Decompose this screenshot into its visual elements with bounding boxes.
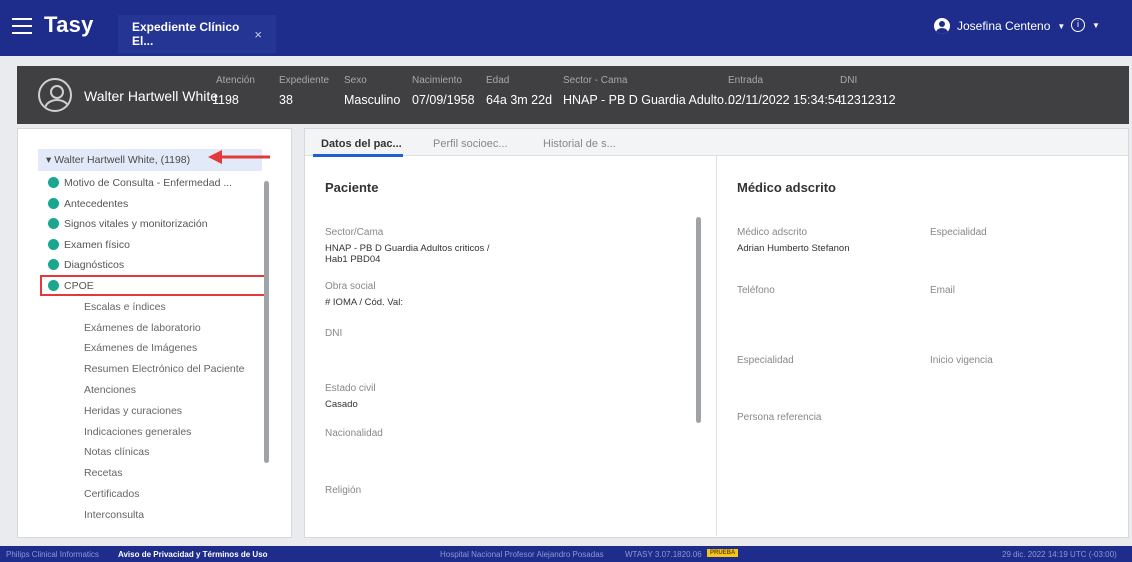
patient-avatar-icon (38, 78, 72, 112)
content-scrollbar[interactable] (696, 217, 701, 423)
value-sector-cama: HNAP - PB D Guardia Adultos criticos / H… (325, 243, 490, 265)
chevron-down-icon: ▼ (1092, 20, 1100, 30)
footer-version: WTASY 3.07.1820.06 (625, 550, 702, 559)
tree-item-examen-fisico[interactable]: Examen físico (48, 239, 130, 251)
tab-bar: Datos del pac... Perfil socioec... Histo… (305, 129, 1128, 157)
section-title-medico: Médico adscrito (737, 180, 836, 195)
tree-item-antecedentes[interactable]: Antecedentes (48, 198, 128, 210)
field-nacimiento: Nacimiento 07/09/1958 (412, 75, 475, 107)
label-inicio-vigencia: Inicio vigencia (930, 355, 993, 366)
label-dni: DNI (325, 328, 343, 339)
label-especialidad: Especialidad (930, 227, 987, 238)
menu-icon[interactable] (12, 18, 32, 34)
status-dot (48, 259, 59, 270)
tree-item-notas[interactable]: Notas clínicas (84, 446, 149, 458)
tree-item-certificados[interactable]: Certificados (84, 488, 139, 500)
user-name: Josefina Centeno (957, 19, 1051, 33)
field-sector-cama: Sector - Cama HNAP - PB D Guardia Adulto… (563, 75, 735, 107)
patient-detail-panel: Datos del pac... Perfil socioec... Histo… (304, 128, 1129, 538)
user-menu[interactable]: Josefina Centeno ▼ (934, 18, 1065, 34)
tree-item-atenciones[interactable]: Atenciones (84, 384, 136, 396)
patient-header: Walter Hartwell White Atención 1198 Expe… (17, 66, 1129, 124)
tree-item-indicaciones[interactable]: Indicaciones generales (84, 426, 191, 438)
section-title-paciente: Paciente (325, 180, 379, 195)
tree-item-laboratorio[interactable]: Exámenes de laboratorio (84, 322, 201, 334)
value-estado-civil: Casado (325, 399, 358, 410)
tree-item-diagnosticos[interactable]: Diagnósticos (48, 259, 124, 271)
tab-expediente[interactable]: Expediente Clínico El... × (118, 15, 276, 53)
footer: Philips Clinical Informatics Aviso de Pr… (0, 546, 1132, 562)
tab-perfil-socioeconomico[interactable]: Perfil socioec... (433, 138, 508, 150)
field-expediente: Expediente 38 (279, 75, 330, 107)
highlight-box-annotation (40, 275, 268, 296)
label-medico-adscrito: Médico adscrito (737, 227, 808, 238)
status-dot (48, 239, 59, 250)
footer-company: Philips Clinical Informatics (6, 550, 99, 559)
tree-item-interconsulta[interactable]: Interconsulta (84, 509, 144, 521)
tree-item-escalas[interactable]: Escalas e índices (84, 301, 166, 313)
label-persona-referencia: Persona referencia (737, 412, 822, 423)
tree-item-resumen[interactable]: Resumen Electrónico del Paciente (84, 363, 245, 375)
close-icon[interactable]: × (254, 27, 262, 42)
field-dni: DNI 12312312 (840, 75, 896, 107)
field-sexo: Sexo Masculino (344, 75, 401, 107)
navigation-tree: ▾ Walter Hartwell White, (1198) Motivo d… (17, 128, 292, 538)
env-badge: PRUEBA (707, 549, 739, 557)
info-icon: i (1071, 18, 1085, 32)
tab-label: Expediente Clínico El... (132, 20, 240, 48)
tab-datos-paciente[interactable]: Datos del pac... (321, 138, 402, 150)
tree-item-motivo[interactable]: Motivo de Consulta - Enfermedad ... (48, 177, 232, 189)
value-obra-social: # IOMA / Cód. Val: (325, 297, 403, 308)
column-divider (716, 156, 717, 536)
status-dot (48, 218, 59, 229)
tab-historial[interactable]: Historial de s... (543, 138, 616, 150)
tree-item-signos-vitales[interactable]: Signos vitales y monitorización (48, 218, 208, 230)
field-atencion: Atención 1198 (212, 75, 255, 107)
status-dot (48, 198, 59, 209)
label-estado-civil: Estado civil (325, 383, 376, 394)
patient-name: Walter Hartwell White (84, 88, 219, 104)
red-arrow-annotation (208, 150, 270, 164)
label-obra-social: Obra social (325, 281, 376, 292)
tree-scrollbar[interactable] (264, 181, 269, 463)
footer-hospital: Hospital Nacional Profesor Alejandro Pos… (440, 550, 604, 559)
privacy-link[interactable]: Aviso de Privacidad y Términos de Uso (118, 550, 268, 559)
label-email: Email (930, 285, 956, 296)
chevron-down-icon: ▼ (1057, 21, 1066, 31)
tree-item-imagenes[interactable]: Exámenes de Imágenes (84, 342, 197, 354)
field-entrada: Entrada 02/11/2022 15:34:54 (728, 75, 842, 107)
tree-item-recetas[interactable]: Recetas (84, 467, 123, 479)
footer-datetime: 29 dic. 2022 14:19 UTC (-03:00) (1002, 550, 1117, 559)
label-telefono: Teléfono (737, 285, 775, 296)
app-logo: Tasy (44, 12, 94, 37)
label-religion: Religión (325, 485, 362, 496)
label-especialidad-2: Especialidad (737, 355, 794, 366)
info-menu[interactable]: i ▼ (1071, 18, 1100, 32)
label-sector-cama: Sector/Cama (325, 227, 384, 238)
status-dot (48, 177, 59, 188)
label-nacionalidad: Nacionalidad (325, 428, 383, 439)
top-bar: Tasy Expediente Clínico El... × Josefina… (0, 0, 1132, 56)
value-medico-adscrito: Adrian Humberto Stefanon (737, 243, 850, 254)
user-avatar-icon (934, 18, 950, 34)
active-tab-indicator (313, 154, 403, 157)
tree-item-heridas[interactable]: Heridas y curaciones (84, 405, 182, 417)
field-edad: Edad 64a 3m 22d (486, 75, 553, 107)
